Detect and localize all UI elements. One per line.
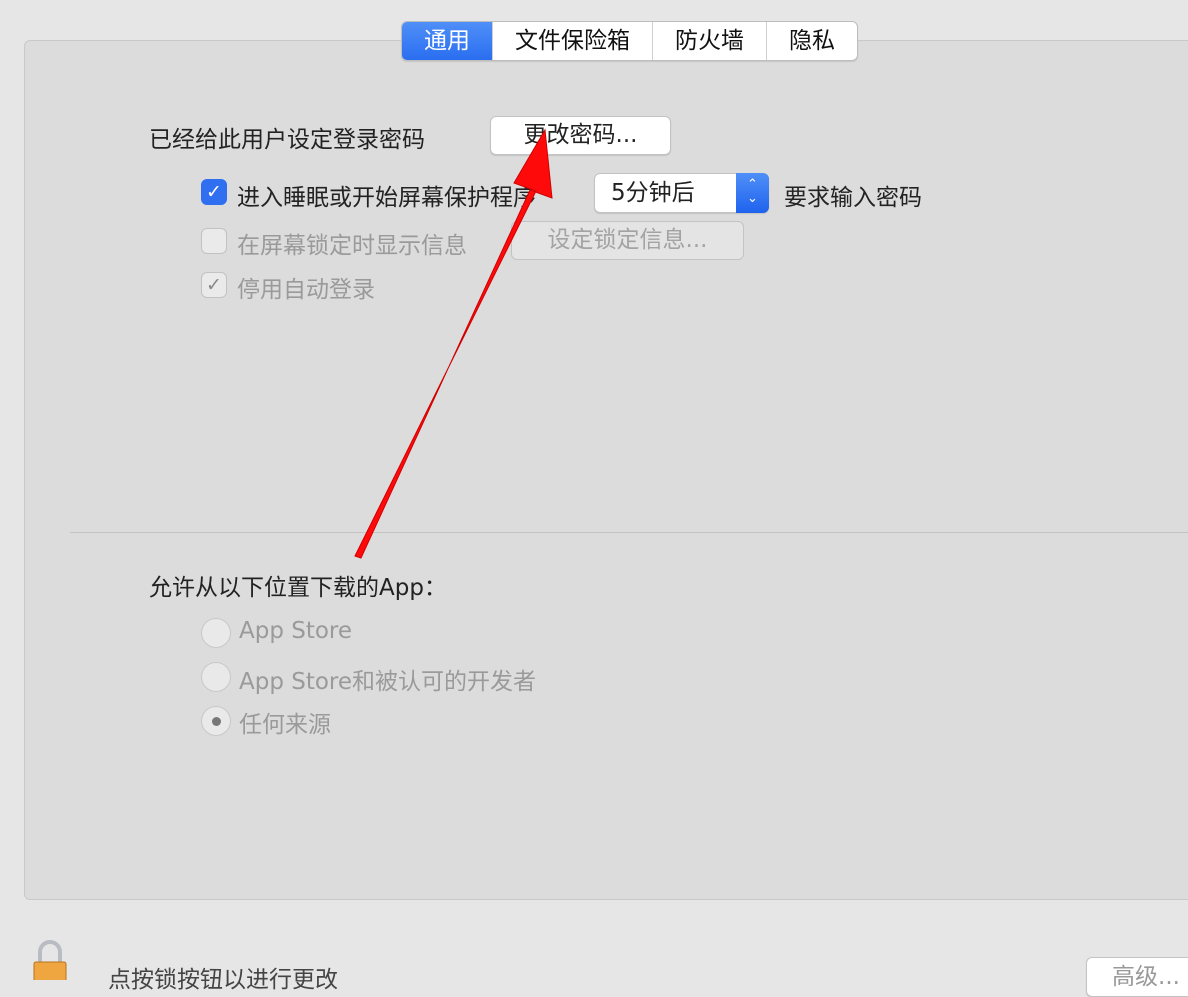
downloads-label: 允许从以下位置下载的App： bbox=[149, 575, 447, 601]
show-message-checkbox[interactable] bbox=[201, 228, 227, 254]
settings-panel bbox=[24, 40, 1188, 900]
tab-filevault[interactable]: 文件保险箱 bbox=[492, 22, 652, 60]
lock-icon[interactable] bbox=[30, 940, 82, 980]
disable-auto-login-checkbox[interactable]: ✓ bbox=[201, 272, 227, 298]
radio-app-store-identified[interactable] bbox=[201, 662, 231, 692]
lock-text: 点按锁按钮以进行更改 bbox=[108, 967, 338, 993]
require-password-label: 进入睡眠或开始屏幕保护程序 bbox=[237, 185, 536, 211]
disable-auto-login-label: 停用自动登录 bbox=[237, 277, 375, 303]
tab-general[interactable]: 通用 bbox=[402, 22, 492, 60]
require-password-checkbox[interactable]: ✓ bbox=[201, 179, 227, 205]
radio-anywhere-label: 任何来源 bbox=[239, 712, 331, 738]
password-set-label: 已经给此用户设定登录密码 bbox=[149, 127, 425, 153]
password-delay-select[interactable]: 5分钟后 ⌃ ⌄ bbox=[594, 173, 769, 213]
divider bbox=[70, 532, 1188, 533]
set-lock-message-button[interactable]: 设定锁定信息... bbox=[511, 221, 744, 260]
radio-app-store-label: App Store bbox=[239, 618, 353, 644]
tab-firewall[interactable]: 防火墙 bbox=[652, 22, 766, 60]
require-password-suffix: 要求输入密码 bbox=[784, 185, 922, 211]
change-password-button[interactable]: 更改密码... bbox=[490, 116, 671, 155]
show-message-label: 在屏幕锁定时显示信息 bbox=[237, 233, 467, 259]
radio-app-store[interactable] bbox=[201, 618, 231, 648]
tab-bar: 通用 文件保险箱 防火墙 隐私 bbox=[401, 21, 858, 61]
radio-anywhere[interactable] bbox=[201, 706, 231, 736]
radio-app-store-identified-label: App Store和被认可的开发者 bbox=[239, 669, 537, 695]
chevron-up-down-icon: ⌃ ⌄ bbox=[736, 173, 769, 213]
tab-privacy[interactable]: 隐私 bbox=[766, 22, 857, 60]
advanced-button[interactable]: 高级... bbox=[1086, 957, 1188, 997]
password-delay-value: 5分钟后 bbox=[611, 180, 695, 206]
